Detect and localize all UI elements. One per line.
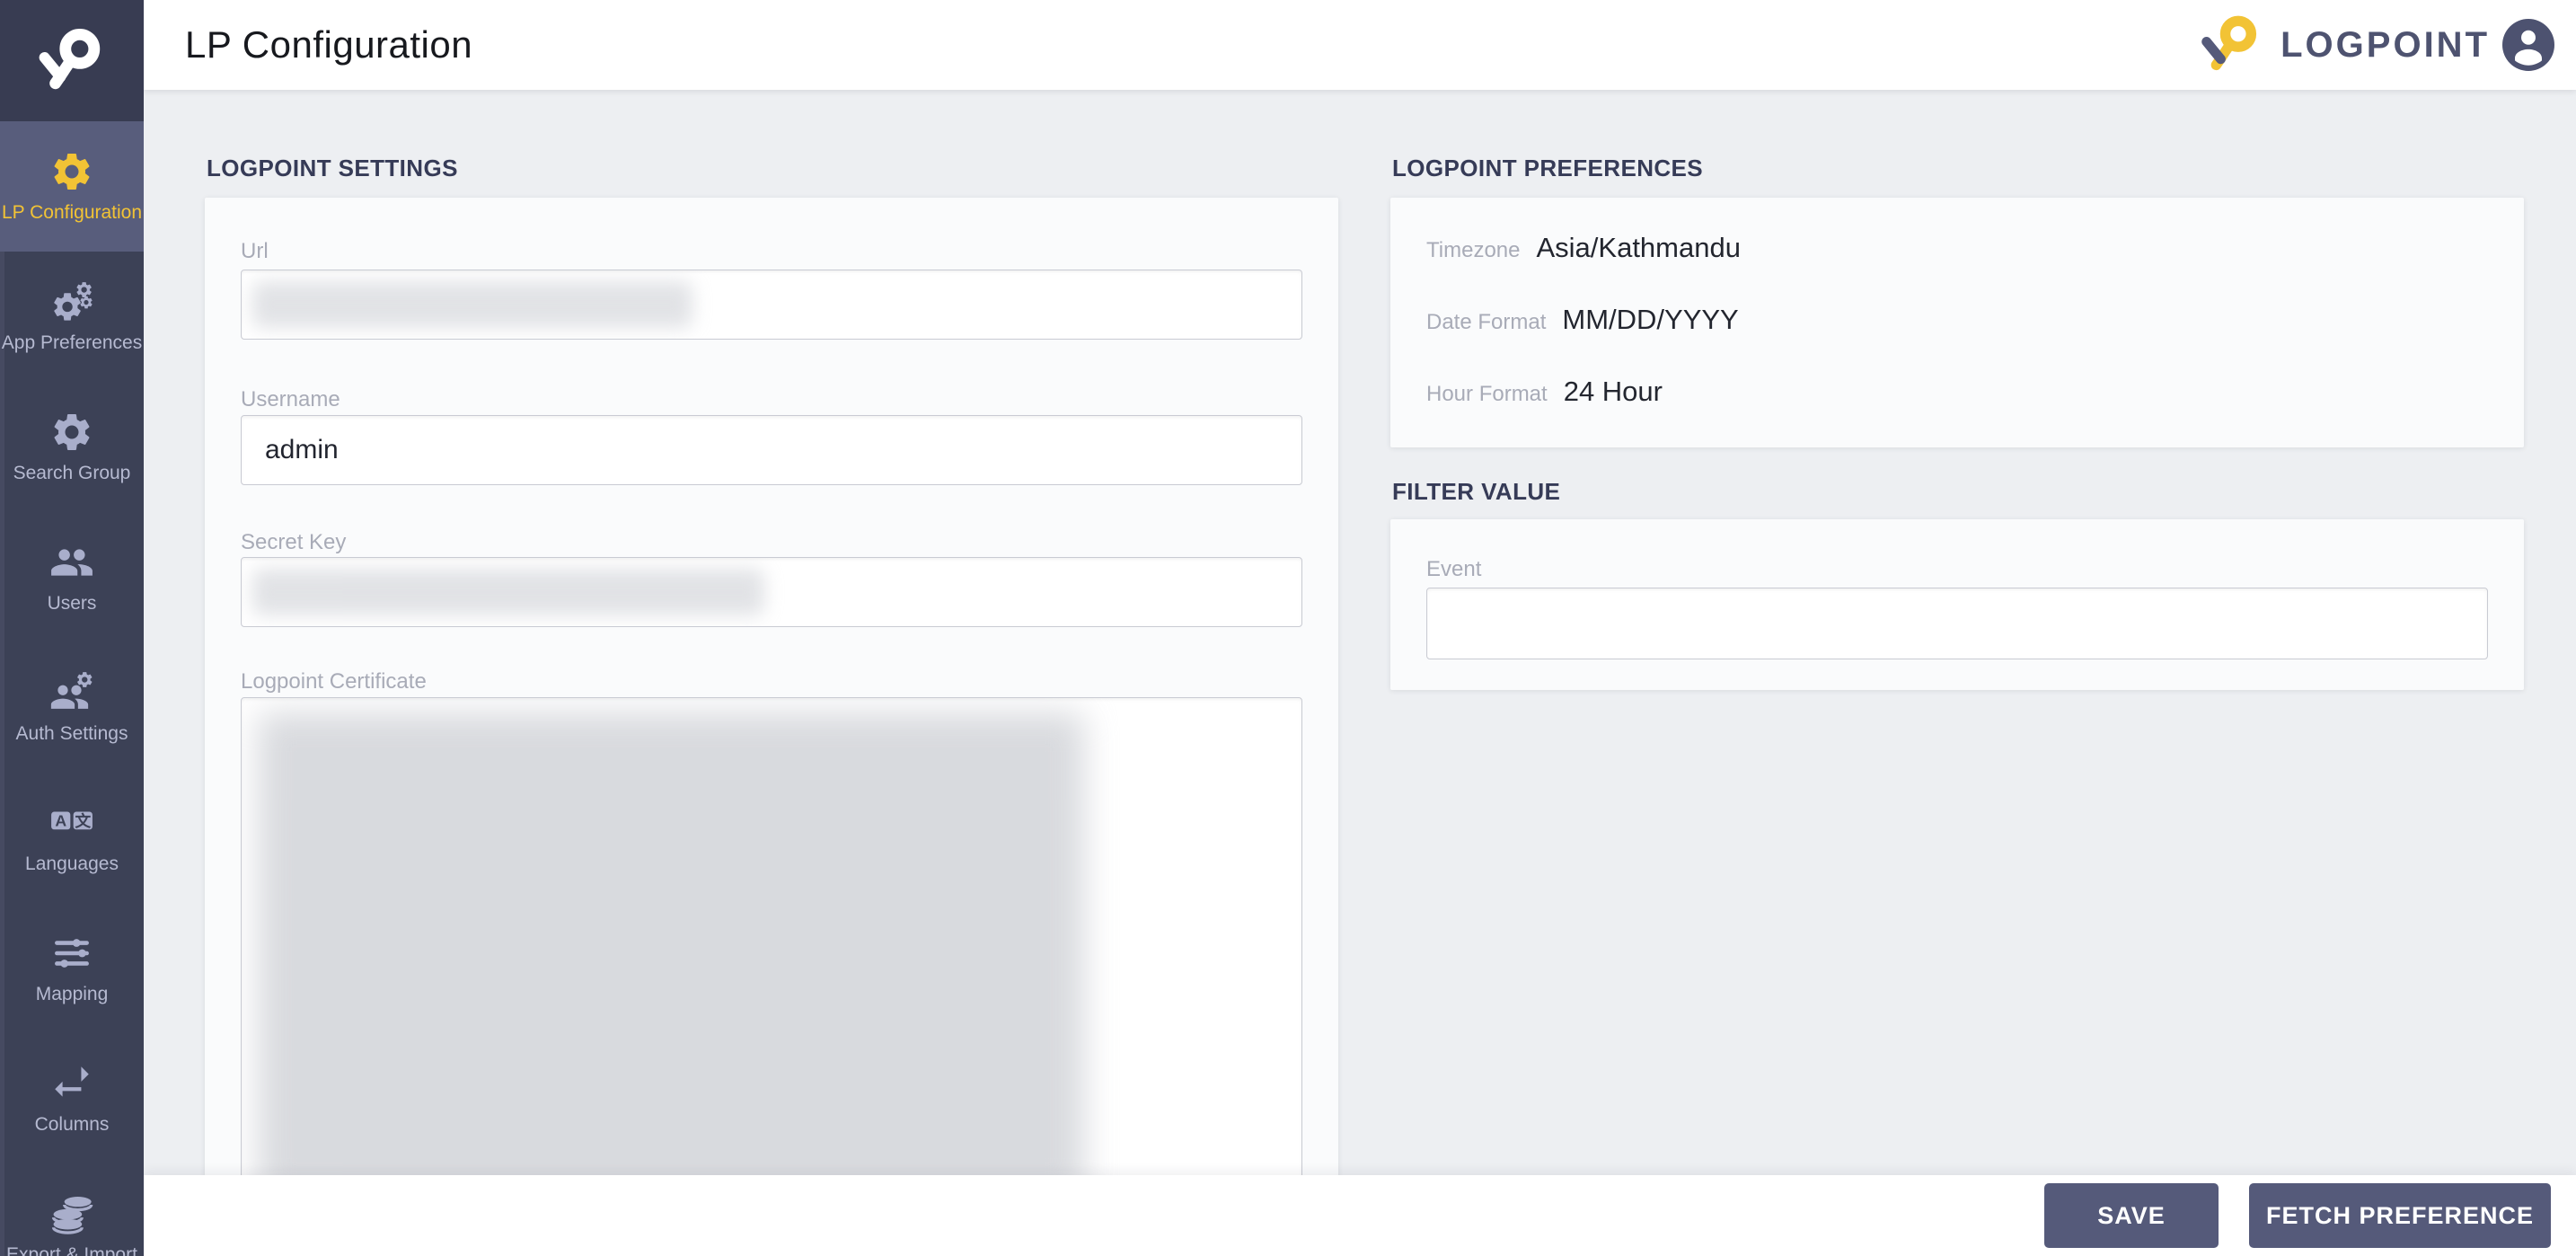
username-input[interactable]: admin: [241, 415, 1302, 485]
timezone-label: Timezone: [1426, 238, 1520, 263]
top-header: LP Configuration LOGPOINT: [144, 0, 2576, 90]
date-format-value: MM/DD/YYYY: [1562, 304, 1738, 336]
sidebar-item-auth-settings[interactable]: Auth Settings: [0, 642, 144, 773]
secret-key-input[interactable]: [241, 557, 1302, 627]
sidebar-nav: LP Configuration App Preferences Search …: [0, 121, 144, 1256]
sidebar-item-label: Auth Settings: [16, 724, 128, 744]
settings-section-title: LOGPOINT SETTINGS: [207, 155, 458, 182]
certificate-label: Logpoint Certificate: [241, 669, 427, 694]
sidebar-item-columns[interactable]: Columns: [0, 1033, 144, 1163]
page-title: LP Configuration: [185, 23, 472, 66]
sidebar-item-lp-configuration[interactable]: LP Configuration: [0, 121, 144, 252]
date-format-label: Date Format: [1426, 310, 1546, 335]
sidebar-item-export-import[interactable]: Export & Import: [0, 1163, 144, 1256]
sidebar-item-label: Search Group: [13, 464, 131, 483]
secret-key-label: Secret Key: [241, 530, 346, 555]
hour-format-value: 24 Hour: [1564, 376, 1663, 408]
certificate-textarea[interactable]: [241, 697, 1302, 1218]
coins-stack-icon: [49, 1191, 94, 1236]
sidebar-logo[interactable]: [0, 0, 144, 121]
settings-card: Url Username admin Secret Key Logpoint C…: [205, 198, 1338, 1256]
date-format-row: Date Format MM/DD/YYYY: [1426, 304, 1739, 336]
username-label: Username: [241, 387, 340, 412]
hour-format-label: Hour Format: [1426, 382, 1548, 407]
sidebar-item-label: Export & Import: [6, 1245, 137, 1256]
event-input[interactable]: [1426, 588, 2488, 659]
event-label: Event: [1426, 557, 1481, 582]
users-gear-icon: [49, 670, 94, 715]
preferences-card: Timezone Asia/Kathmandu Date Format MM/D…: [1390, 198, 2524, 447]
url-label: Url: [241, 239, 269, 264]
sidebar-item-label: Users: [48, 594, 97, 614]
sidebar-item-languages[interactable]: Languages: [0, 773, 144, 903]
preferences-section-title: LOGPOINT PREFERENCES: [1392, 155, 1703, 182]
gears-icon: [49, 279, 94, 324]
user-avatar-icon[interactable]: [2502, 19, 2554, 71]
translate-icon: [49, 800, 94, 845]
sidebar-item-label: App Preferences: [2, 333, 142, 353]
sidebar-item-label: Columns: [35, 1115, 110, 1135]
certificate-value-redacted: [258, 712, 1084, 1198]
sidebar-item-mapping[interactable]: Mapping: [0, 903, 144, 1033]
hour-format-row: Hour Format 24 Hour: [1426, 376, 1663, 408]
timezone-row: Timezone Asia/Kathmandu: [1426, 232, 1741, 264]
url-input[interactable]: [241, 270, 1302, 340]
swap-arrows-icon: [49, 1061, 94, 1106]
timezone-value: Asia/Kathmandu: [1536, 232, 1740, 264]
fetch-preference-button[interactable]: FETCH PREFERENCE: [2249, 1183, 2551, 1248]
brand-wordmark: LOGPOINT: [2280, 25, 2490, 66]
filter-card: Event: [1390, 519, 2524, 690]
sidebar: LP Configuration App Preferences Search …: [0, 0, 144, 1256]
gear-icon: [49, 149, 94, 194]
save-button[interactable]: SAVE: [2044, 1183, 2219, 1248]
sidebar-item-label: LP Configuration: [2, 203, 142, 223]
secret-key-value-redacted: [252, 569, 764, 615]
logpoint-mark-icon: [2194, 13, 2268, 77]
sidebar-item-label: Mapping: [36, 985, 109, 1004]
sidebar-item-users[interactable]: Users: [0, 512, 144, 642]
filter-section-title: FILTER VALUE: [1392, 478, 1560, 506]
logpoint-mark-icon: [33, 25, 110, 97]
sidebar-item-app-preferences[interactable]: App Preferences: [0, 252, 144, 382]
action-footer: SAVE FETCH PREFERENCE: [144, 1175, 2576, 1256]
users-icon: [49, 540, 94, 585]
sidebar-item-label: Languages: [25, 854, 119, 874]
sliders-icon: [49, 931, 94, 976]
url-value-redacted: [252, 281, 693, 328]
brand-area: LOGPOINT: [2194, 0, 2554, 90]
gear-icon: [49, 410, 94, 455]
sidebar-item-search-group[interactable]: Search Group: [0, 382, 144, 512]
